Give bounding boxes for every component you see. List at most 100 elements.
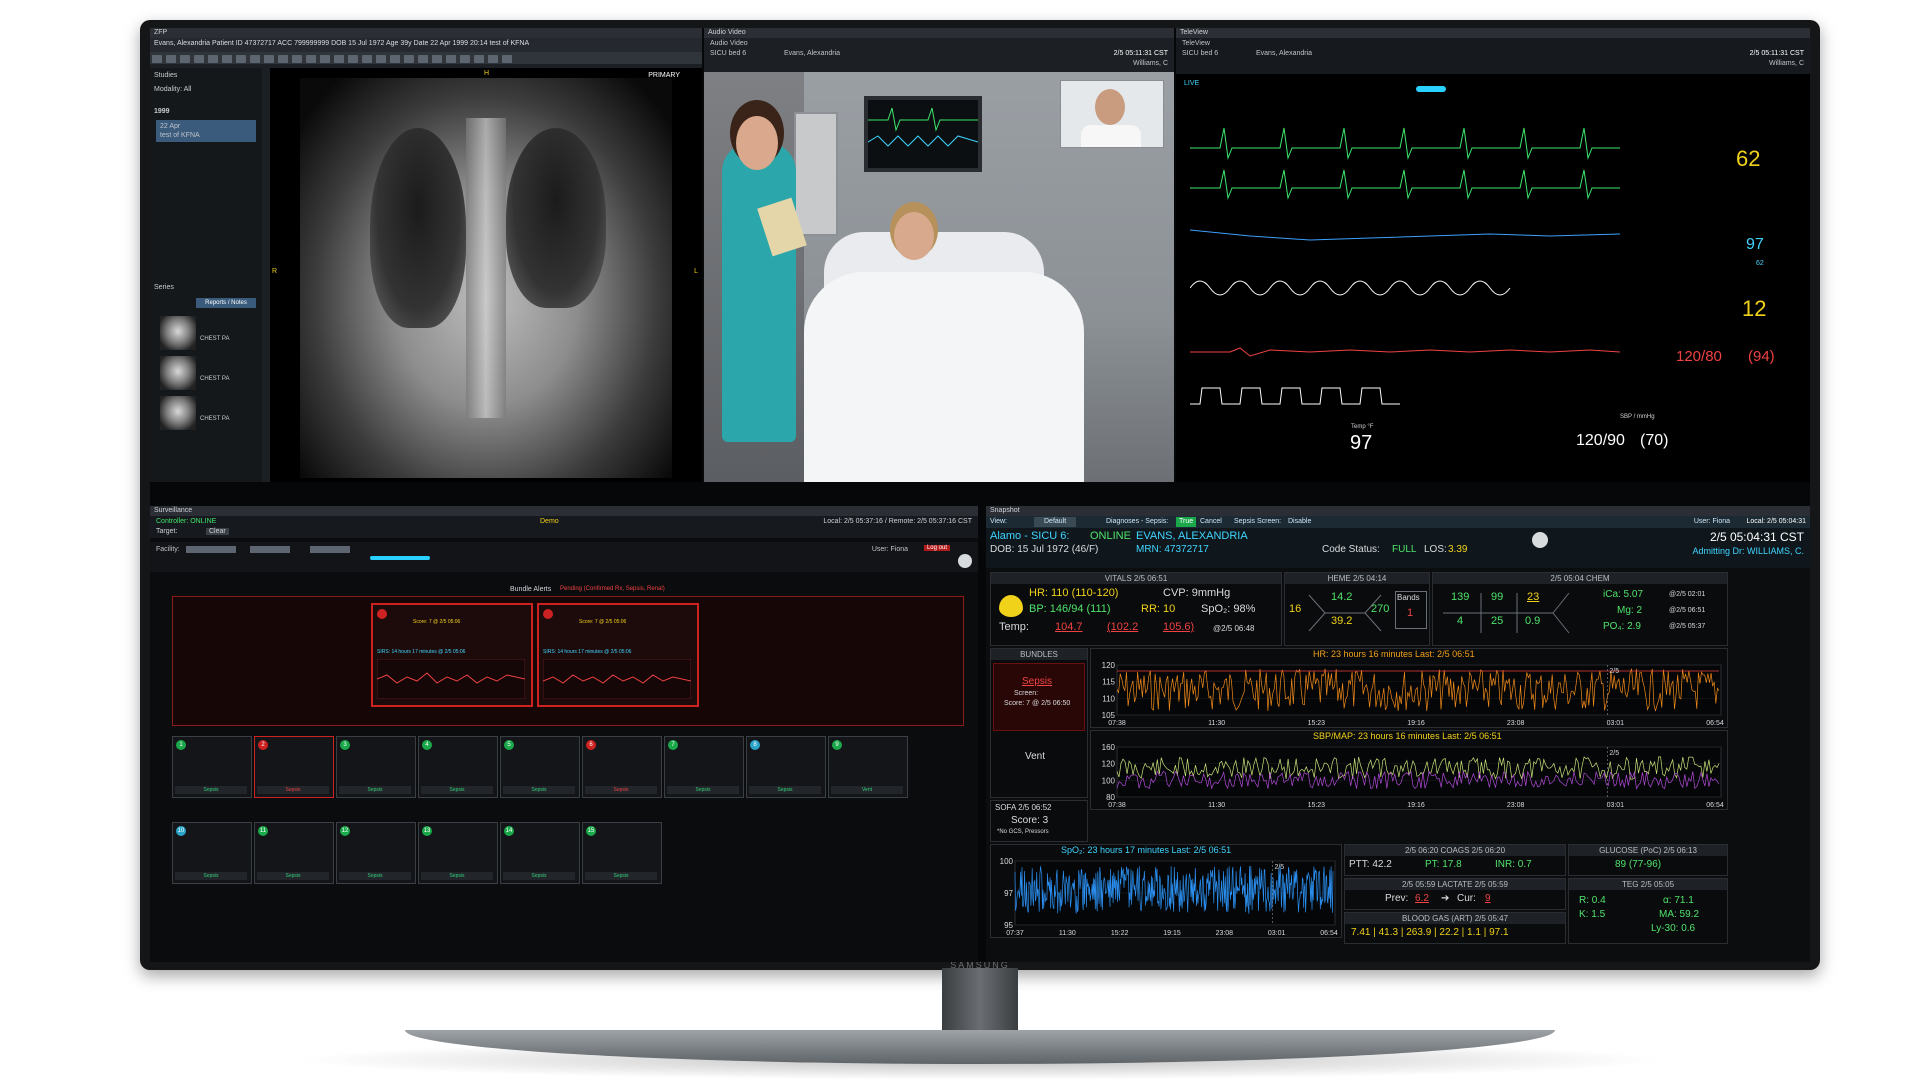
teleview-monitor-window: TeleView TeleView SICU bed 6 Evans, Alex… bbox=[1176, 28, 1810, 482]
x-tick-label: 15:23 bbox=[1308, 802, 1326, 809]
tool-icon-20[interactable] bbox=[418, 55, 428, 63]
tool-icon-1[interactable] bbox=[152, 55, 162, 63]
diag-true-button[interactable]: True bbox=[1176, 517, 1197, 527]
marker-h: H bbox=[484, 70, 490, 77]
tool-icon-26[interactable] bbox=[502, 55, 512, 63]
patient-tile-9[interactable]: 9 Vent bbox=[828, 736, 908, 798]
tool-icon-21[interactable] bbox=[432, 55, 442, 63]
sepsis-disable-button[interactable]: Disable bbox=[1288, 516, 1311, 528]
tool-icon-13[interactable] bbox=[320, 55, 330, 63]
hr-value: 62 bbox=[1736, 146, 1761, 171]
temp-label: Temp °F bbox=[1351, 424, 1374, 430]
chest-xray-image[interactable]: PRIMARY H R L bbox=[270, 68, 702, 482]
series-thumb-3[interactable] bbox=[160, 396, 196, 430]
snapshot-time: 2/5 05:04:31 CST bbox=[1709, 530, 1804, 544]
teg-alpha: α: 71.1 bbox=[1663, 895, 1694, 906]
tool-icon-25[interactable] bbox=[488, 55, 498, 63]
patient-tile-1[interactable]: 1 Sepsis bbox=[172, 736, 252, 798]
pleth-wave bbox=[1190, 229, 1620, 241]
logout-button[interactable]: Log out bbox=[923, 545, 950, 551]
bed-select[interactable] bbox=[310, 546, 350, 553]
modality-filter[interactable]: Modality: All bbox=[154, 86, 191, 93]
alert-card-1[interactable]: Score: 7 @ 2/5 05:06 SIRS: 14 hours 17 m… bbox=[371, 603, 533, 707]
tool-icon-18[interactable] bbox=[390, 55, 400, 63]
tool-icon-15[interactable] bbox=[348, 55, 358, 63]
patient-tile-3[interactable]: 3 Sepsis bbox=[336, 736, 416, 798]
spo2-trend-chart: 100 97 9507:37 11:30 15:22 19:15 23:08 03:01 06:… bbox=[1000, 857, 1338, 937]
score-threshold-slider[interactable] bbox=[370, 556, 430, 560]
vitals-hr: HR: 110 (110-120) bbox=[1029, 587, 1119, 599]
alert-card-2-chart bbox=[543, 659, 691, 699]
tool-icon-17[interactable] bbox=[376, 55, 386, 63]
patient-tile-13[interactable]: 13 Sepsis bbox=[418, 822, 498, 884]
patient-tile-6[interactable]: 6 Sepsis bbox=[582, 736, 662, 798]
video-feed[interactable] bbox=[704, 72, 1174, 482]
clear-button[interactable]: Clear bbox=[206, 528, 229, 535]
patient-tile-2[interactable]: 2 Sepsis bbox=[254, 736, 334, 798]
screen: ZFP Evans, Alexandria Patient ID 4737271… bbox=[150, 28, 1810, 962]
tool-icon-3[interactable] bbox=[180, 55, 190, 63]
snapshot-patient-header: Alamo - SICU 6: ONLINE EVANS, ALEXANDRIA… bbox=[986, 528, 1810, 568]
tool-icon-4[interactable] bbox=[194, 55, 204, 63]
tool-icon-6[interactable] bbox=[222, 55, 232, 63]
glucose-title: GLUCOSE (PoC) 2/5 06:13 bbox=[1569, 845, 1727, 856]
patient-tile-15[interactable]: 15 Sepsis bbox=[582, 822, 662, 884]
ge-logo-icon bbox=[958, 554, 972, 568]
study-row-selected[interactable]: 22 Apr test of KFNA bbox=[156, 120, 256, 142]
unit-select[interactable] bbox=[250, 546, 290, 553]
vitals-temp-high: 105.6) bbox=[1163, 621, 1195, 633]
patient-tile-5[interactable]: 5 Sepsis bbox=[500, 736, 580, 798]
facility-select[interactable] bbox=[186, 546, 236, 553]
series-thumb-1[interactable] bbox=[160, 316, 196, 350]
facility-label: Facility: bbox=[156, 546, 180, 553]
alert-card-2[interactable]: Score: 7 @ 2/5 05:06 SIRS: 14 hours 17 m… bbox=[537, 603, 699, 707]
patient-tile-12[interactable]: 12 Sepsis bbox=[336, 822, 416, 884]
surveillance-window: Surveillance Controller: ONLINE Target: … bbox=[150, 506, 978, 962]
patient-name: EVANS, ALEXANDRIA bbox=[1136, 530, 1248, 542]
vent-bundle-label[interactable]: Vent bbox=[1025, 751, 1045, 762]
local-remote-time: Local: 2/5 05:37:16 / Remote: 2/5 05:37:… bbox=[823, 518, 972, 525]
heme-wbc: 16 bbox=[1289, 603, 1302, 615]
tool-icon-8[interactable] bbox=[250, 55, 260, 63]
x-tick-label: 11:30 bbox=[1208, 802, 1225, 809]
tool-icon-5[interactable] bbox=[208, 55, 218, 63]
teleview-time: 2/5 05:11:31 CST bbox=[1749, 50, 1804, 57]
unit-line: Alamo - SICU 6: bbox=[990, 530, 1070, 542]
tool-icon-24[interactable] bbox=[474, 55, 484, 63]
tool-icon-16[interactable] bbox=[362, 55, 372, 63]
xray-window-title: ZFP bbox=[150, 28, 702, 38]
tool-icon-11[interactable] bbox=[292, 55, 302, 63]
tool-icon-12[interactable] bbox=[306, 55, 316, 63]
patient-tile-10[interactable]: 10 Sepsis bbox=[172, 822, 252, 884]
reports-notes-button[interactable]: Reports / Notes bbox=[196, 298, 256, 308]
tool-icon-9[interactable] bbox=[264, 55, 274, 63]
spine bbox=[466, 118, 506, 418]
diag-cancel-button[interactable]: Cancel bbox=[1200, 516, 1222, 528]
tool-icon-7[interactable] bbox=[236, 55, 246, 63]
teleview-bed: SICU bed 6 bbox=[1182, 50, 1219, 57]
patient-tile-4[interactable]: 4 Sepsis bbox=[418, 736, 498, 798]
patient-tile-7[interactable]: 7 Sepsis bbox=[664, 736, 744, 798]
view-select[interactable]: Default bbox=[1034, 517, 1077, 527]
x-tick-label: 11:30 bbox=[1208, 720, 1225, 727]
sepsis-score-text: Score: 7 @ 2/5 06:50 bbox=[1004, 700, 1071, 707]
tool-icon-10[interactable] bbox=[278, 55, 288, 63]
doctor-pip-video[interactable] bbox=[1060, 80, 1164, 148]
patient-tile-14[interactable]: 14 Sepsis bbox=[500, 822, 580, 884]
patient-tile-11[interactable]: 11 Sepsis bbox=[254, 822, 334, 884]
sepsis-bundle-card[interactable]: Sepsis Screen: Score: 7 @ 2/5 06:50 bbox=[993, 663, 1085, 731]
xray-sidebar: Studies Modality: All 1999 22 Apr test o… bbox=[150, 68, 262, 482]
chem-k: 4 bbox=[1457, 615, 1464, 627]
tool-icon-2[interactable] bbox=[166, 55, 176, 63]
tool-icon-23[interactable] bbox=[460, 55, 470, 63]
teleview-subtitle: TeleView bbox=[1182, 40, 1210, 47]
live-tab[interactable]: LIVE bbox=[1184, 80, 1199, 87]
patient-mrn: MRN: 47372717 bbox=[1136, 544, 1209, 555]
tool-icon-14[interactable] bbox=[334, 55, 344, 63]
video-patient: Evans, Alexandria bbox=[784, 50, 841, 57]
series-thumb-2[interactable] bbox=[160, 356, 196, 390]
spo2-trend-title: SpO₂: 23 hours 17 minutes Last: 2/5 06:5… bbox=[1061, 845, 1232, 855]
tool-icon-22[interactable] bbox=[446, 55, 456, 63]
tool-icon-19[interactable] bbox=[404, 55, 414, 63]
patient-tile-8[interactable]: 8 Sepsis bbox=[746, 736, 826, 798]
